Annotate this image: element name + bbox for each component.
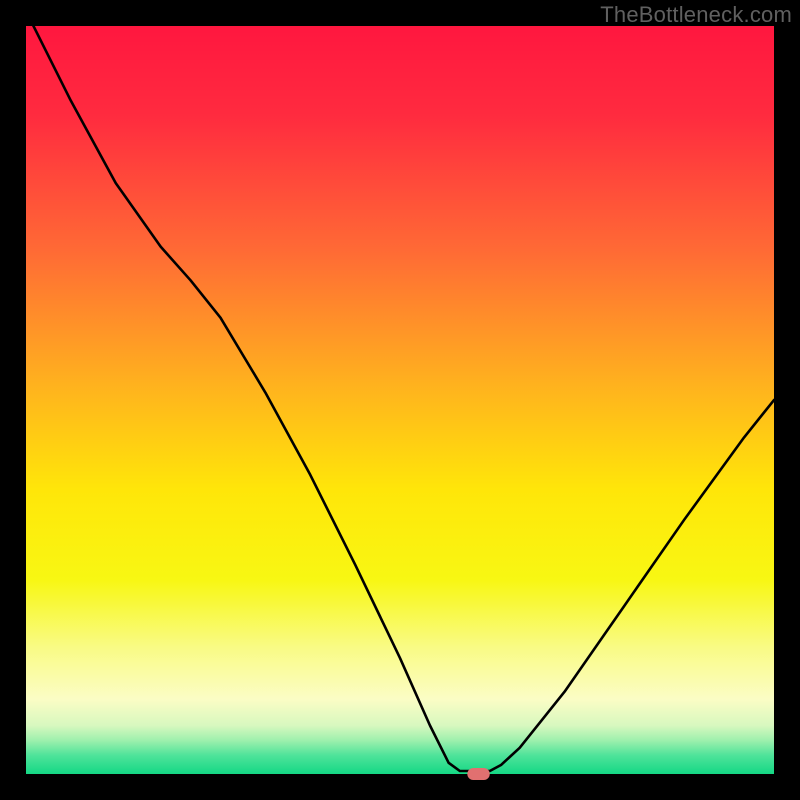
bottleneck-chart [0,0,800,800]
gradient-background [26,26,774,774]
chart-frame: TheBottleneck.com [0,0,800,800]
optimal-marker [467,768,489,780]
watermark-text: TheBottleneck.com [600,2,792,28]
